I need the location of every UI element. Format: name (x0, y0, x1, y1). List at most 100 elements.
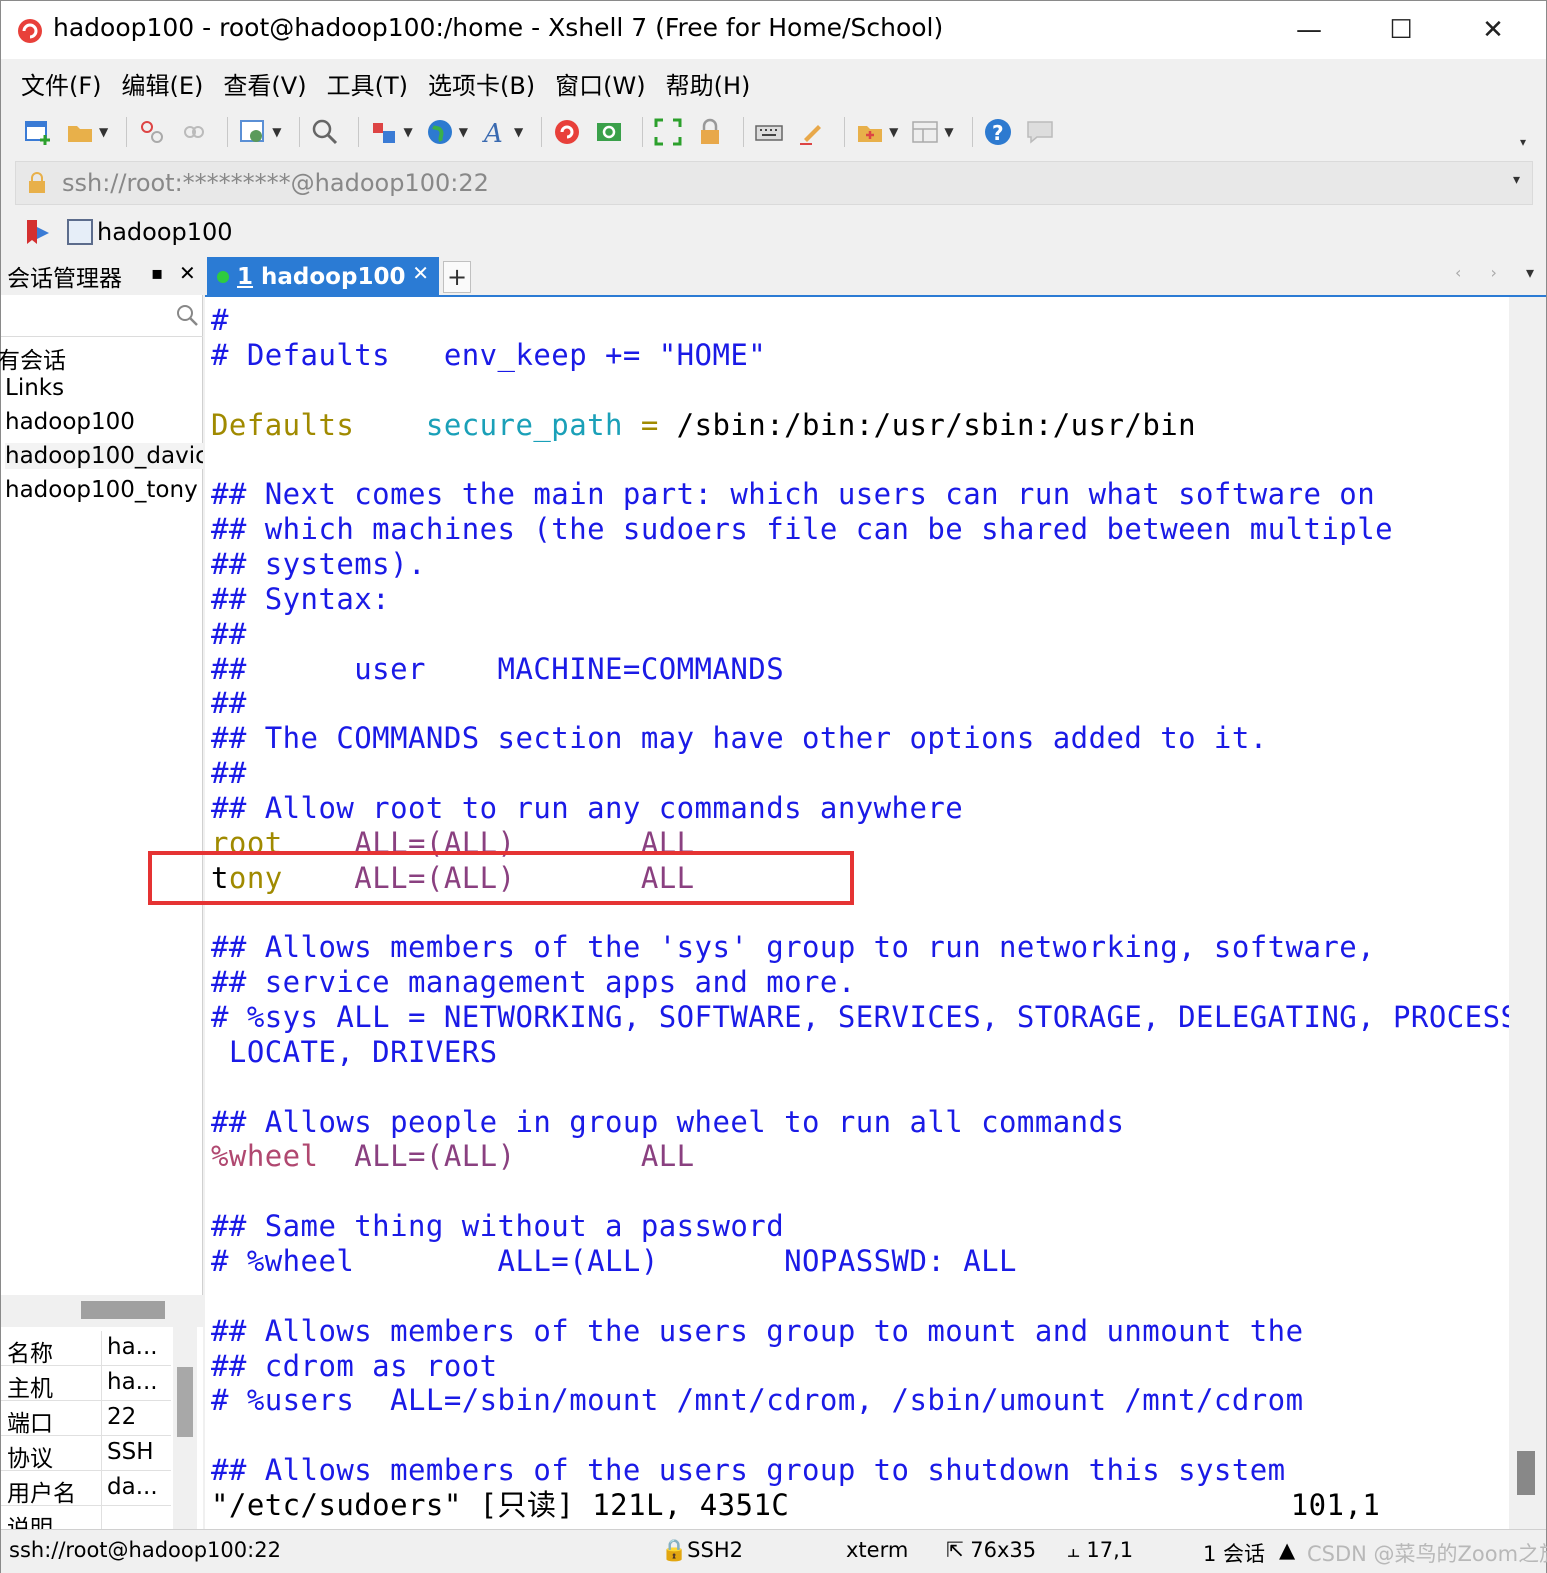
scrollbar-thumb[interactable] (1517, 1451, 1535, 1495)
property-row: 名称 ha... (1, 1331, 171, 1367)
chat-icon[interactable] (1023, 115, 1057, 149)
status-protocol: 🔒SSH2 (661, 1538, 743, 1563)
help-icon[interactable]: ? (981, 115, 1015, 149)
terminal-line: ## which machines (the sudoers file can … (211, 512, 1393, 547)
terminal-text: ## cdrom as root (211, 1348, 498, 1383)
title-bar: hadoop100 - root@hadoop100:/home - Xshel… (1, 1, 1546, 59)
menu-help[interactable]: 帮助(H) (666, 66, 751, 101)
menu-tools[interactable]: 工具(T) (327, 66, 408, 101)
terminal-line: ## (211, 756, 247, 791)
new-folder-dropdown[interactable]: ▼ (889, 125, 898, 139)
tree-item-links[interactable]: Links (5, 375, 203, 401)
xftp-icon[interactable] (592, 115, 626, 149)
tree-item-hadoop100[interactable]: hadoop100 (5, 409, 203, 435)
status-size: ⇱ 76x35 (946, 1538, 1036, 1562)
fullscreen-icon[interactable] (651, 115, 685, 149)
lock-icon[interactable] (693, 115, 727, 149)
terminal-text: ALL=(ALL) ALL (318, 1139, 695, 1174)
toolbar-separator (227, 117, 229, 147)
terminal-line: ## Allows members of the users group to … (211, 1314, 1303, 1349)
session-search-input[interactable] (1, 295, 203, 337)
lock-icon (29, 172, 45, 193)
terminal-line: ## service management apps and more. (211, 965, 856, 1000)
font-dropdown[interactable]: ▼ (514, 125, 523, 139)
terminal-line: # %wheel ALL=(ALL) NOPASSWD: ALL (211, 1244, 1017, 1279)
toolbar-separator (971, 117, 973, 147)
highlight-icon[interactable] (794, 115, 828, 149)
terminal-scrollbar[interactable] (1509, 297, 1546, 1529)
terminal-line: # %users ALL=/sbin/mount /mnt/cdrom, /sb… (211, 1383, 1303, 1418)
terminal-area[interactable]: # # Defaults env_keep += "HOME" Defaults s… (205, 297, 1509, 1529)
property-key: 名称 (7, 1341, 53, 1367)
property-value: ha... (107, 1334, 158, 1360)
keyboard-icon[interactable] (752, 115, 786, 149)
terminal-text: # Defaults env_keep += "HOME" (211, 337, 767, 372)
property-row: 端口 22 (1, 1401, 171, 1437)
menu-tabs[interactable]: 选项卡(B) (428, 66, 535, 101)
tab-navigation[interactable]: ‹ › ▾ (1455, 263, 1534, 282)
font-icon[interactable]: A (478, 115, 512, 149)
search-icon[interactable] (175, 303, 199, 327)
reconnect-icon[interactable] (177, 115, 211, 149)
session-shortcut-icon (67, 219, 93, 245)
menu-edit[interactable]: 编辑(E) (122, 66, 204, 101)
scrollbar-thumb[interactable] (81, 1301, 165, 1319)
terminal-text: # %wheel ALL=(ALL) NOPASSWD: ALL (211, 1243, 1017, 1278)
toolbar-overflow-button[interactable]: ▾ (1520, 135, 1526, 149)
menu-file[interactable]: 文件(F) (21, 66, 102, 101)
transfer-dropdown[interactable]: ▼ (403, 125, 412, 139)
pin-icon[interactable]: ▪ (151, 263, 163, 284)
open-folder-dropdown[interactable]: ▼ (99, 125, 108, 139)
layout-dropdown[interactable]: ▼ (944, 125, 953, 139)
find-icon[interactable] (308, 115, 342, 149)
tab-close-icon[interactable]: ✕ (412, 261, 429, 285)
address-dropdown-icon[interactable]: ▾ (1513, 172, 1520, 188)
terminal-text: %wheel (211, 1139, 319, 1174)
globe-icon[interactable] (423, 115, 457, 149)
link-session-hadoop100[interactable]: hadoop100 (67, 218, 233, 246)
menu-window[interactable]: 窗口(W) (555, 66, 645, 101)
status-bar: ssh://root@hadoop100:22 🔒SSH2 xterm ⇱ 76… (1, 1529, 1547, 1573)
terminal-line: ## systems). (211, 547, 426, 582)
properties-scrollbar[interactable] (173, 1327, 197, 1533)
tab-hadoop100[interactable]: 1 hadoop100 ✕ (207, 257, 439, 297)
open-folder-icon[interactable] (63, 115, 97, 149)
properties-dropdown[interactable]: ▼ (272, 125, 281, 139)
toolbar-separator (358, 117, 360, 147)
tab-nav-arrows-icon[interactable]: ‹ › (1455, 263, 1509, 282)
layout-icon[interactable] (908, 115, 942, 149)
scrollbar-thumb[interactable] (177, 1367, 193, 1437)
connected-status-icon (217, 271, 229, 283)
terminal-text: LOCATE, DRIVERS (211, 1034, 498, 1069)
xshell-icon[interactable] (550, 115, 584, 149)
terminal-text: ## Allow root to run any commands anywhe… (211, 790, 964, 825)
transfer-icon[interactable] (367, 115, 401, 149)
new-folder-icon[interactable] (853, 115, 887, 149)
new-tab-button[interactable]: + (443, 261, 471, 293)
disconnect-icon[interactable] (135, 115, 169, 149)
tree-item-all-sessions[interactable]: 有会话 (0, 341, 195, 375)
minimize-button[interactable]: — (1263, 1, 1355, 59)
new-session-icon[interactable] (21, 115, 55, 149)
tab-menu-icon[interactable]: ▾ (1526, 263, 1534, 282)
terminal-text: secure_path (425, 407, 623, 442)
session-manager-close-icon[interactable]: ✕ (179, 261, 196, 285)
status-cursor: ⫠ 17,1 (1067, 1538, 1133, 1563)
properties-icon[interactable] (236, 115, 270, 149)
status-terminal-type: xterm (846, 1538, 909, 1562)
status-up-arrow-icon[interactable]: ▲ (1279, 1538, 1295, 1562)
terminal-line: ## Syntax: (211, 582, 390, 617)
property-row: 协议 SSH (1, 1436, 171, 1472)
address-input[interactable]: ssh://root:*********@hadoop100:22 (62, 169, 489, 197)
globe-dropdown[interactable]: ▼ (459, 125, 468, 139)
menu-view[interactable]: 查看(V) (223, 66, 306, 101)
tree-item-hadoop100-davic[interactable]: hadoop100_davic (5, 443, 203, 469)
close-button[interactable]: ✕ (1447, 1, 1539, 59)
tree-item-hadoop100-tony[interactable]: hadoop100_tony (5, 477, 203, 503)
maximize-button[interactable]: ☐ (1355, 1, 1447, 59)
address-bar[interactable]: ssh://root:*********@hadoop100:22 ▾ (15, 161, 1533, 205)
terminal-text: # %users ALL=/sbin/mount /mnt/cdrom, /sb… (211, 1383, 1304, 1418)
session-horizontal-scrollbar[interactable] (1, 1295, 203, 1325)
bookmark-arrow-icon[interactable] (23, 217, 53, 247)
terminal-text: Defaults (211, 407, 355, 442)
